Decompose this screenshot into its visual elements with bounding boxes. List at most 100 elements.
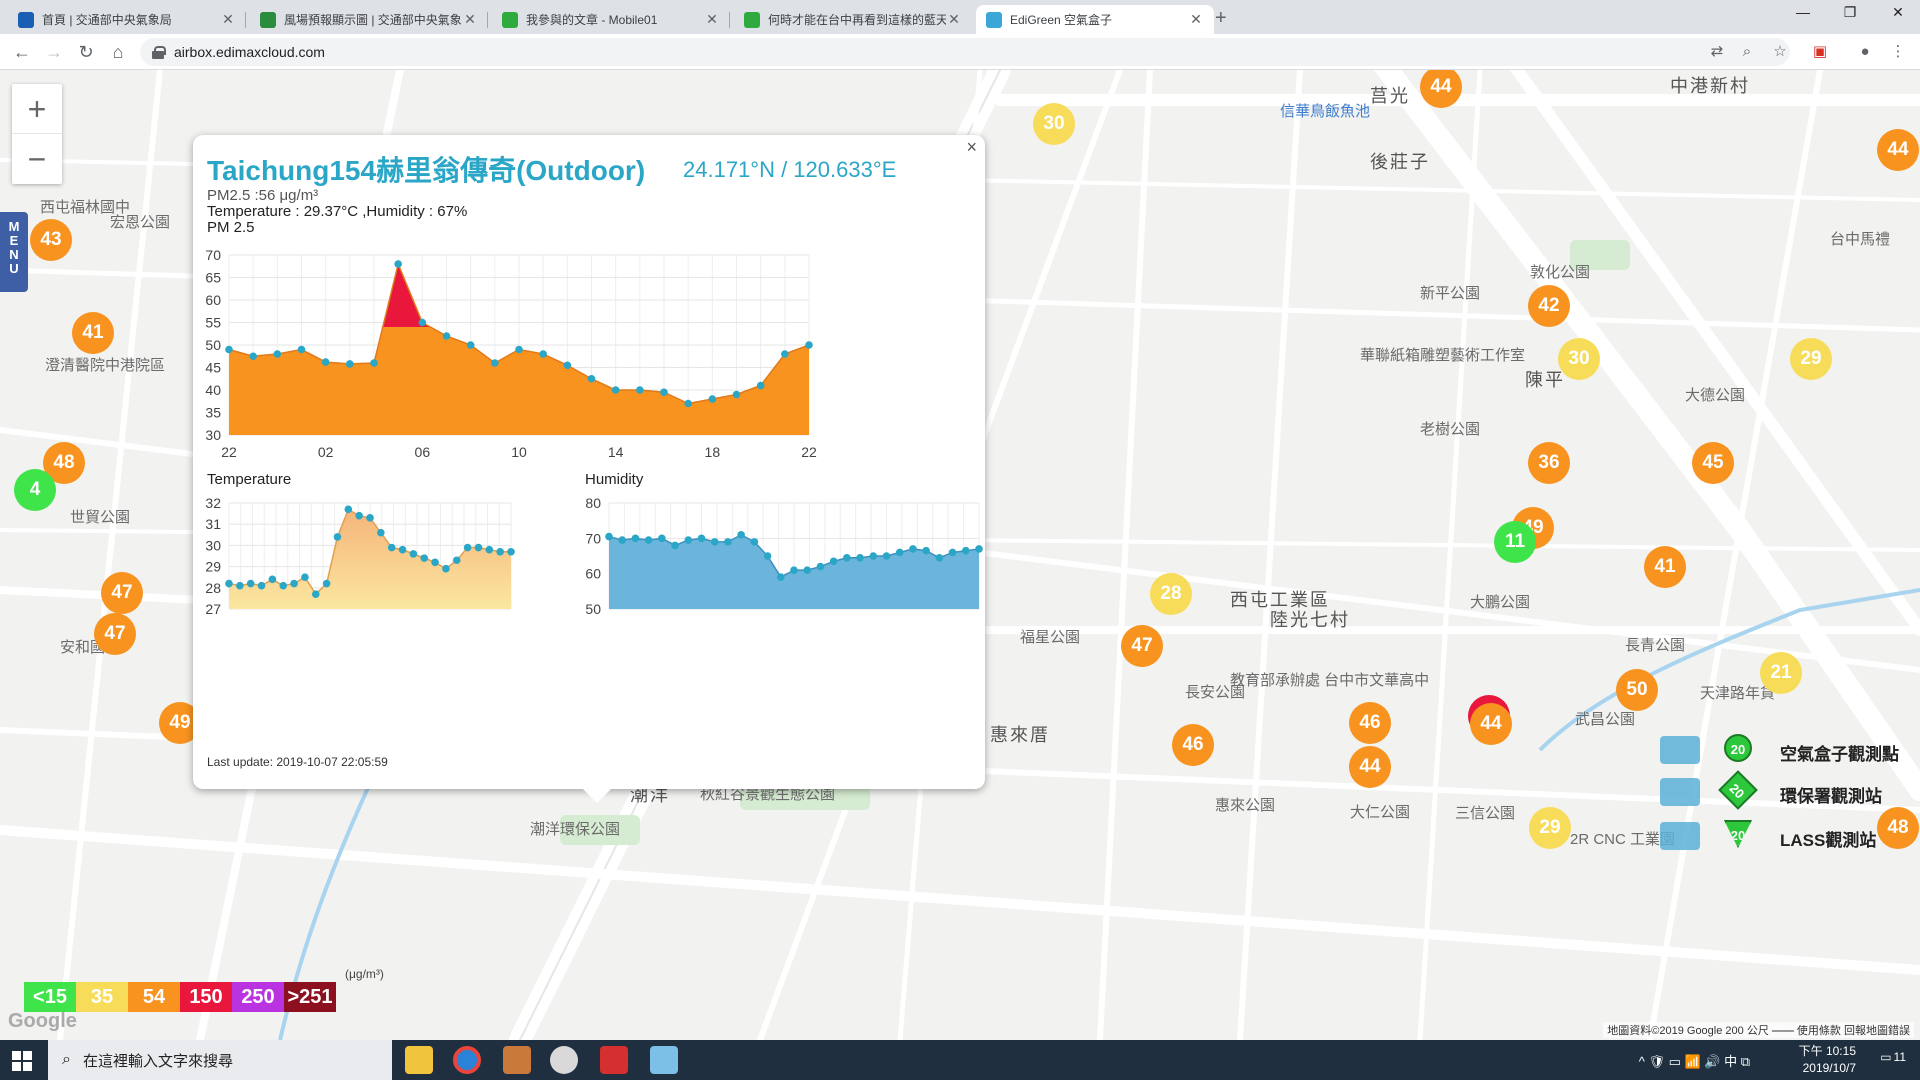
data-point[interactable] (587, 374, 596, 383)
data-point[interactable] (257, 581, 266, 590)
tab-close-icon[interactable]: ✕ (1188, 11, 1204, 28)
airbox-marker[interactable]: 46 (1349, 702, 1391, 744)
data-point[interactable] (710, 538, 719, 546)
airbox-marker[interactable]: 29 (1790, 338, 1832, 380)
bookmark-star-icon[interactable]: ☆ (1770, 42, 1790, 62)
data-point[interactable] (273, 350, 282, 358)
map-attribution[interactable]: 地圖資料©2019 Google 200 公尺 ⎯⎯⎯⎯ 使用條款 回報地圖錯誤 (1603, 1022, 1914, 1038)
airbox-marker[interactable]: 41 (1644, 546, 1686, 588)
data-point[interactable] (660, 388, 668, 397)
restore-button[interactable]: ❐ (1830, 4, 1870, 21)
data-point[interactable] (442, 564, 450, 573)
data-point[interactable] (882, 552, 891, 560)
tab-2[interactable]: 我參與的文章 - Mobile01 ✕ (492, 5, 730, 34)
forward-arrow-icon[interactable]: → (42, 40, 66, 64)
data-point[interactable] (463, 543, 472, 552)
app-icon-4[interactable] (650, 1046, 678, 1074)
data-point[interactable] (466, 341, 475, 349)
data-point[interactable] (856, 553, 864, 562)
data-point[interactable] (611, 386, 620, 394)
airbox-marker[interactable]: 47 (1121, 625, 1163, 667)
data-point[interactable] (781, 350, 789, 358)
zoom-out-button[interactable]: − (12, 134, 62, 184)
tab-3[interactable]: 何時才能在台中再看到這樣的藍天 ✕ (734, 5, 972, 34)
airbox-marker[interactable]: 36 (1528, 442, 1570, 484)
airbox-marker[interactable]: 47 (94, 613, 136, 655)
data-point[interactable] (355, 511, 363, 520)
data-point[interactable] (311, 590, 320, 598)
data-point[interactable] (684, 399, 692, 408)
data-point[interactable] (684, 536, 693, 544)
data-point[interactable] (225, 345, 233, 354)
airbox-marker[interactable]: 44 (1470, 703, 1512, 745)
airbox-marker[interactable]: 44 (1877, 129, 1919, 171)
data-point[interactable] (756, 381, 765, 390)
taskbar-search-box[interactable]: ⌕ 在這裡輸入文字來搜尋 (48, 1040, 392, 1080)
data-point[interactable] (631, 534, 640, 543)
notification-icon[interactable]: ▭ 11 (1880, 1050, 1906, 1064)
data-point[interactable] (491, 359, 499, 367)
data-point[interactable] (805, 341, 813, 349)
data-point[interactable] (732, 390, 741, 399)
data-point[interactable] (442, 332, 451, 340)
file-explorer-icon[interactable] (405, 1046, 433, 1074)
airbox-marker[interactable]: 41 (72, 312, 114, 354)
data-point[interactable] (737, 531, 745, 539)
data-point[interactable] (644, 536, 653, 544)
minimize-button[interactable]: — (1783, 4, 1823, 20)
airbox-marker[interactable]: 28 (1150, 573, 1192, 615)
app-icon-2[interactable] (550, 1046, 578, 1074)
data-point[interactable] (539, 350, 547, 358)
data-point[interactable] (829, 557, 838, 566)
data-point[interactable] (344, 505, 353, 514)
data-point[interactable] (246, 579, 255, 588)
data-point[interactable] (922, 546, 930, 555)
data-point[interactable] (236, 581, 244, 590)
airbox-marker[interactable]: 30 (1558, 338, 1600, 380)
data-point[interactable] (346, 360, 354, 368)
data-point[interactable] (321, 358, 330, 366)
tab-4[interactable]: EdiGreen 空氣盒子 ✕ (976, 5, 1214, 34)
data-point[interactable] (763, 552, 772, 560)
data-point[interactable] (370, 359, 378, 367)
data-point[interactable] (618, 536, 627, 544)
system-tray[interactable]: ^ 🛡 ▭ 📶 🔊 中 ⧉ (1639, 1051, 1750, 1070)
reload-icon[interactable]: ↻ (74, 40, 98, 64)
airbox-marker[interactable]: 21 (1760, 652, 1802, 694)
data-point[interactable] (418, 318, 427, 327)
data-point[interactable] (935, 553, 944, 562)
data-point[interactable] (605, 532, 613, 541)
data-point[interactable] (496, 547, 504, 556)
data-point[interactable] (279, 581, 288, 590)
tab-close-icon[interactable]: ✕ (946, 11, 962, 28)
airbox-marker[interactable]: 4 (14, 469, 56, 511)
popup-close-button[interactable]: × (966, 137, 977, 158)
new-tab-button[interactable]: + (1215, 7, 1227, 30)
data-point[interactable] (975, 545, 983, 553)
airbox-marker[interactable]: 42 (1528, 285, 1570, 327)
airbox-marker[interactable]: 45 (1692, 442, 1734, 484)
data-point[interactable] (420, 554, 429, 562)
data-point[interactable] (895, 548, 904, 557)
profile-icon[interactable]: ● (1855, 42, 1875, 62)
tab-close-icon[interactable]: ✕ (220, 11, 236, 28)
tab-close-icon[interactable]: ✕ (704, 11, 720, 28)
data-point[interactable] (366, 514, 374, 522)
data-point[interactable] (322, 579, 331, 588)
address-bar[interactable]: airbox.edimaxcloud.com (140, 38, 1790, 66)
map-view[interactable]: 宏恩公園 西屯福林國中 澄清醫院中港院區 世貿公園 安和國中 莒光 中港新村 後莊子 信華鳥飯魚… (0, 70, 1920, 1040)
home-icon[interactable]: ⌂ (106, 40, 130, 64)
airbox-marker[interactable]: 29 (1529, 807, 1571, 849)
data-point[interactable] (636, 386, 644, 394)
data-point[interactable] (816, 562, 825, 571)
close-window-button[interactable]: ✕ (1878, 4, 1918, 21)
data-point[interactable] (301, 573, 309, 581)
menu-tab[interactable]: MENU (0, 212, 28, 292)
taskbar-clock[interactable]: 下午 10:15 2019/10/7 (1799, 1043, 1856, 1077)
airbox-marker[interactable]: 11 (1494, 521, 1536, 563)
data-point[interactable] (563, 361, 572, 370)
data-point[interactable] (843, 553, 851, 562)
data-point[interactable] (409, 550, 418, 558)
chrome-icon[interactable] (453, 1046, 481, 1074)
data-point[interactable] (671, 541, 679, 550)
